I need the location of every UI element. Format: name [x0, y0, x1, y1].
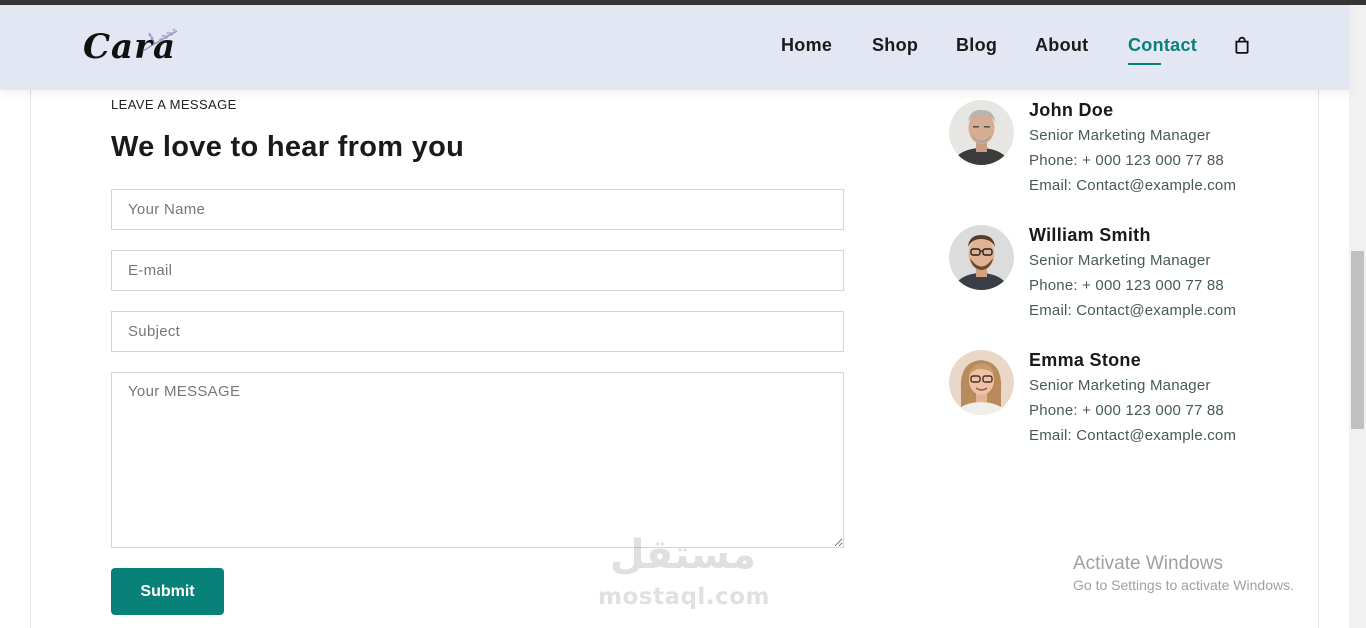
name-input[interactable]: [111, 189, 844, 230]
person-name: Emma Stone: [1029, 350, 1142, 370]
nav-about[interactable]: About: [1035, 35, 1088, 56]
nav-shop[interactable]: Shop: [872, 35, 918, 56]
person-phone: Phone: + 000 123 000 77 88: [1029, 402, 1224, 419]
person-name: John Doe: [1029, 100, 1114, 120]
person-email[interactable]: Email: Contact@example.com: [1029, 177, 1236, 194]
windows-activation-notice: Activate Windows Go to Settings to activ…: [1073, 553, 1294, 593]
contact-person-card: Emma Stone Senior Marketing Manager Phon…: [949, 350, 1309, 460]
message-textarea[interactable]: [111, 372, 844, 548]
contact-person-card: John Doe Senior Marketing Manager Phone:…: [949, 100, 1309, 210]
mostaql-watermark: مستقل mostaql.com: [598, 532, 770, 617]
avatar: [949, 350, 1014, 415]
nav-contact-label: Contact: [1128, 35, 1198, 55]
brand-logo[interactable]: Cara: [83, 23, 183, 73]
person-title: Senior Marketing Manager: [1029, 252, 1211, 269]
person-phone: Phone: + 000 123 000 77 88: [1029, 277, 1224, 294]
shopping-bag-icon[interactable]: [1233, 36, 1251, 54]
email-input[interactable]: [111, 250, 844, 291]
nav-contact[interactable]: Contact: [1128, 35, 1198, 65]
subject-input[interactable]: [111, 311, 844, 352]
watermark-latin: mostaql.com: [598, 584, 770, 610]
site-header: Cara Home Shop Blog About Contact: [0, 5, 1349, 90]
person-phone: Phone: + 000 123 000 77 88: [1029, 152, 1224, 169]
avatar: [949, 225, 1014, 290]
activation-subtitle: Go to Settings to activate Windows.: [1073, 577, 1294, 593]
watermark-arabic: مستقل: [609, 532, 757, 578]
scrollbar-thumb[interactable]: [1351, 251, 1364, 429]
form-heading: We love to hear from you: [111, 131, 465, 163]
person-email[interactable]: Email: Contact@example.com: [1029, 427, 1236, 444]
person-title: Senior Marketing Manager: [1029, 377, 1211, 394]
person-name: William Smith: [1029, 225, 1151, 245]
avatar: [949, 100, 1014, 165]
activation-title: Activate Windows: [1073, 553, 1223, 574]
person-email[interactable]: Email: Contact@example.com: [1029, 302, 1236, 319]
submit-button[interactable]: Submit: [111, 568, 224, 615]
person-title: Senior Marketing Manager: [1029, 127, 1211, 144]
form-eyebrow: LEAVE A MESSAGE: [111, 97, 237, 112]
contact-person-card: William Smith Senior Marketing Manager P…: [949, 225, 1309, 335]
page-scrollbar[interactable]: [1349, 5, 1366, 628]
lavender-sprig-icon: [142, 28, 178, 52]
nav-home[interactable]: Home: [781, 35, 832, 56]
nav-blog[interactable]: Blog: [956, 35, 997, 56]
active-nav-underline: [1128, 63, 1161, 65]
